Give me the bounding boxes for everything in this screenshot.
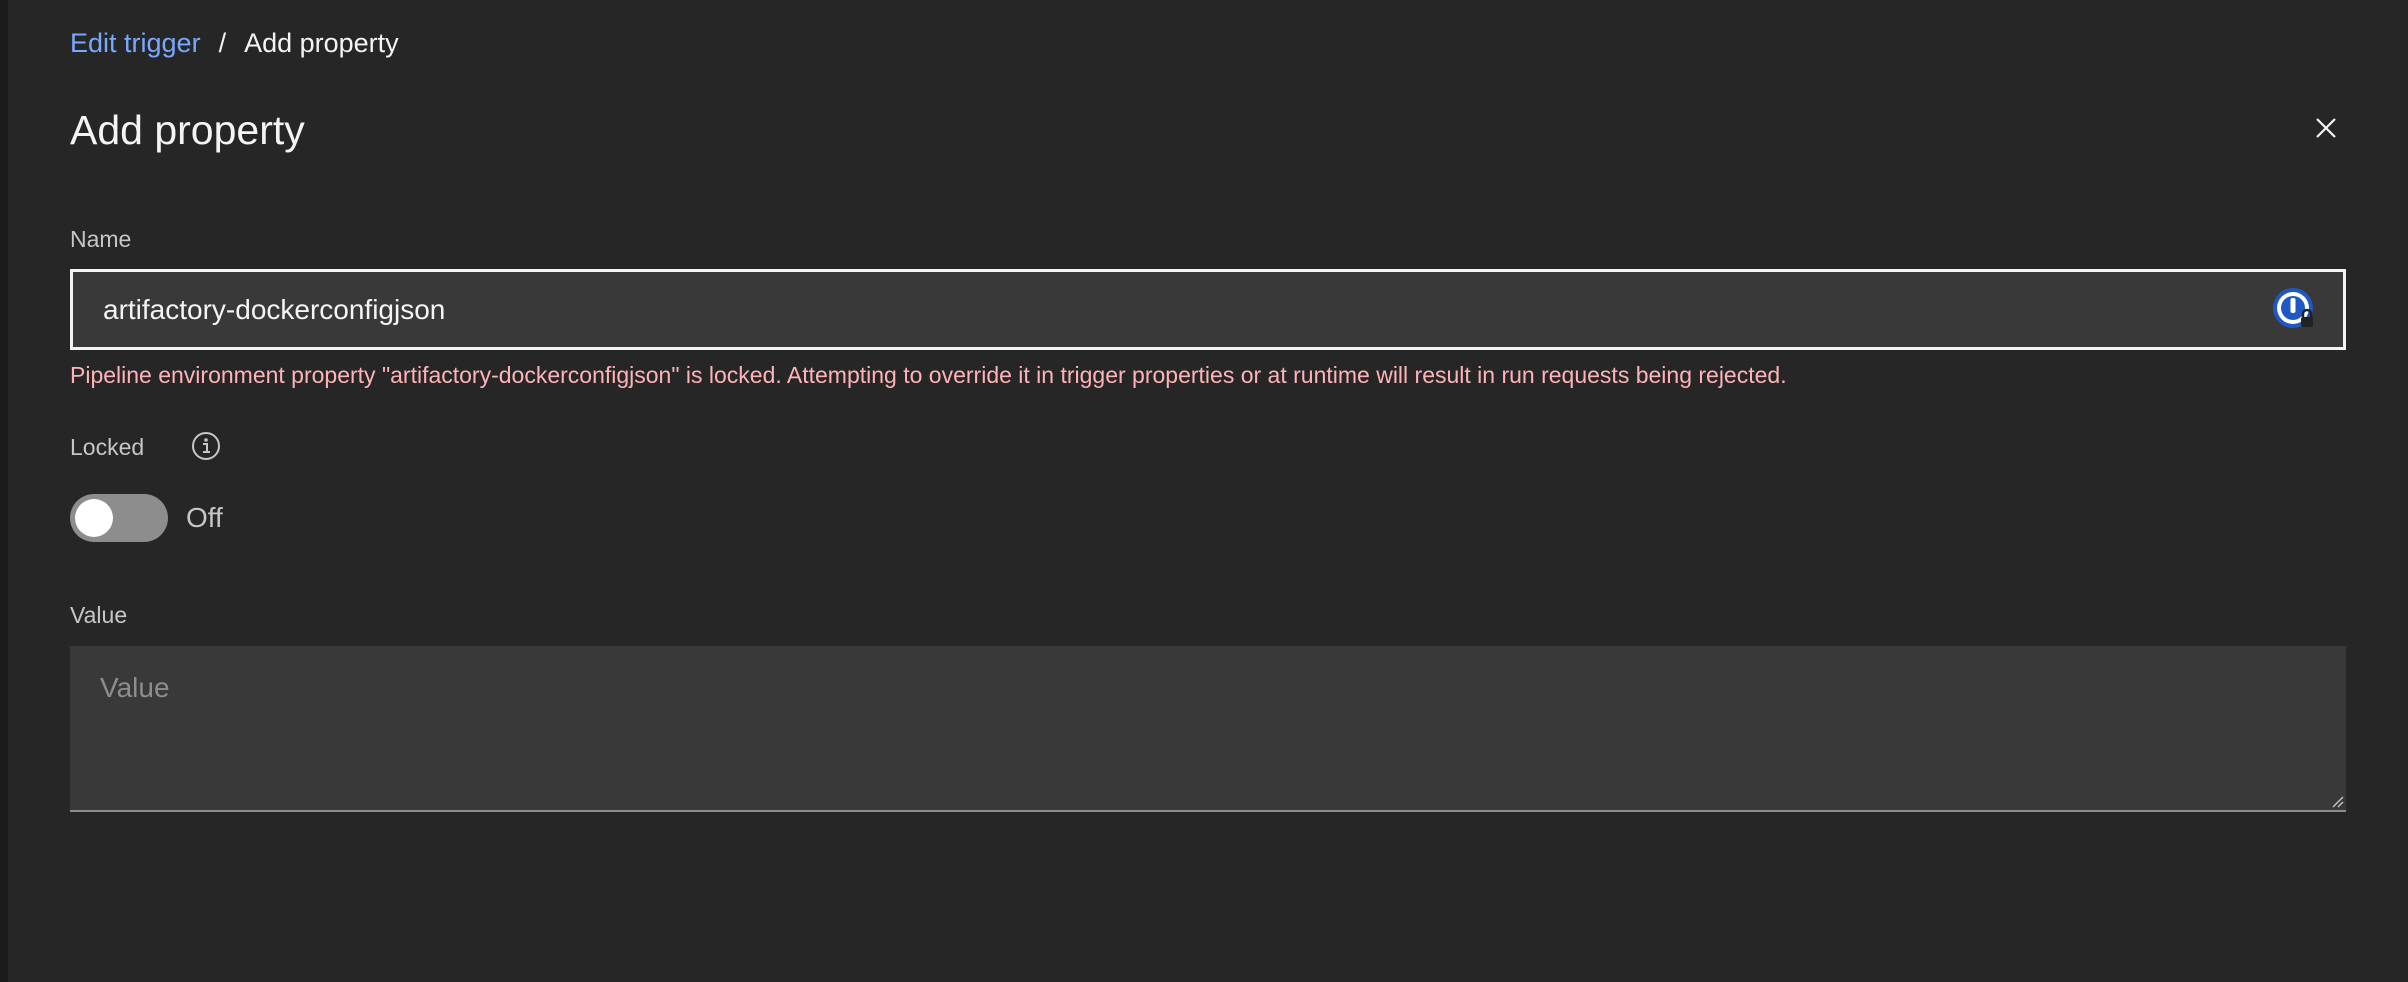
locked-toggle-group: Off [70, 494, 223, 542]
value-textarea-wrapper [70, 646, 2346, 812]
close-button[interactable] [2302, 104, 2350, 152]
locked-toggle[interactable] [70, 494, 168, 542]
page-title: Add property [70, 107, 305, 153]
locked-label: Locked [70, 434, 145, 460]
side-panel: Edit trigger / Add property Add property… [8, 0, 2408, 982]
value-textarea[interactable] [70, 646, 2346, 810]
breadcrumb-current: Add property [244, 28, 399, 58]
value-label: Value [70, 602, 128, 628]
name-input-wrapper [70, 269, 2346, 350]
breadcrumb-separator: / [218, 28, 227, 58]
toggle-knob [75, 499, 113, 537]
locked-toggle-state: Off [186, 502, 223, 533]
close-icon [2316, 118, 2336, 138]
name-error-message: Pipeline environment property "artifacto… [70, 362, 1787, 388]
breadcrumb: Edit trigger / Add property [70, 26, 399, 60]
password-manager-icon[interactable] [2271, 286, 2319, 334]
resize-handle-icon[interactable] [2330, 794, 2344, 808]
info-icon[interactable] [191, 431, 221, 461]
name-input[interactable] [103, 293, 2253, 326]
name-label: Name [70, 226, 132, 252]
breadcrumb-edit-trigger-link[interactable]: Edit trigger [70, 26, 201, 60]
